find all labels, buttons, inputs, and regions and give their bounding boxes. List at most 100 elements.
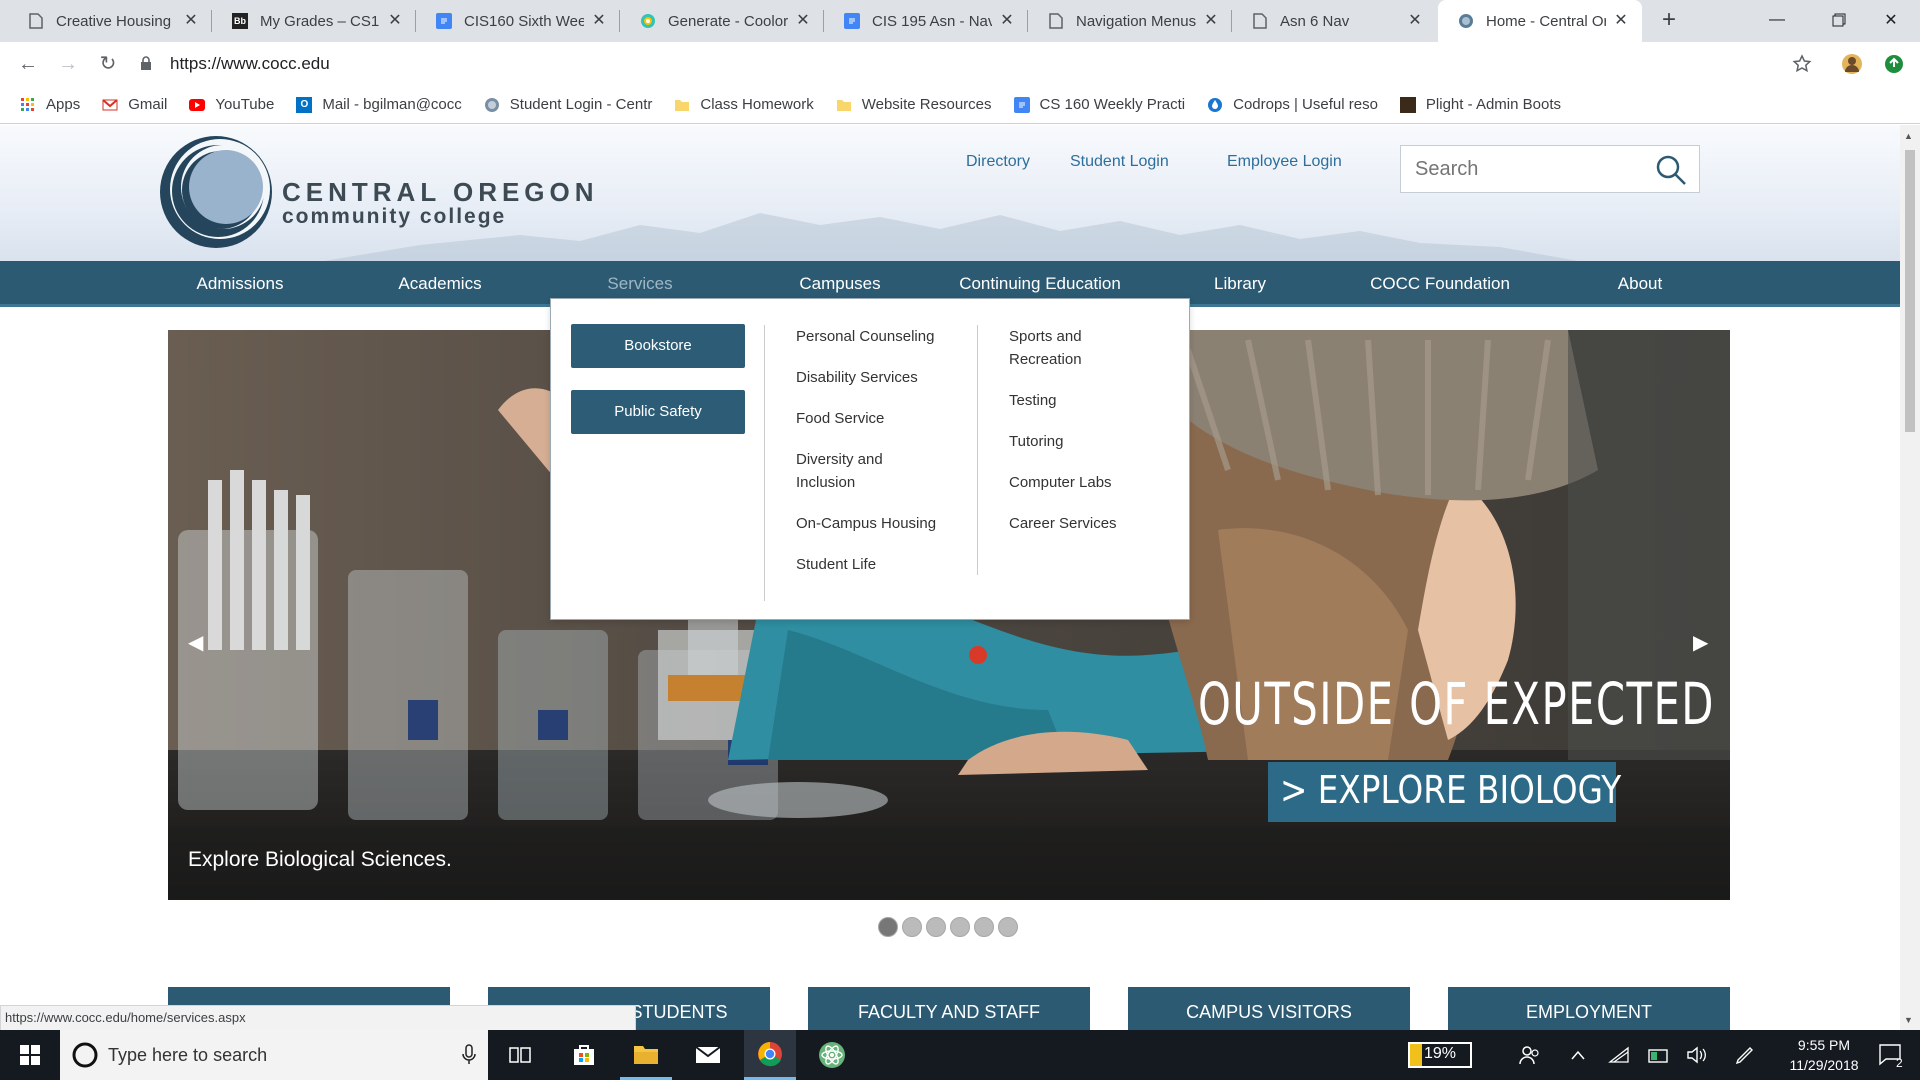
dropdown-link[interactable]: Tutoring	[1009, 430, 1159, 453]
bookstore-button[interactable]: Bookstore	[571, 324, 745, 368]
carousel-prev-icon[interactable]: ◀	[188, 630, 203, 655]
page-scrollbar[interactable]: ▲ ▼	[1900, 125, 1920, 1030]
browser-tab[interactable]: Generate - Coolors ✕	[620, 0, 824, 42]
dropdown-link[interactable]: Personal Counseling	[796, 325, 946, 348]
close-tab-icon[interactable]: ✕	[1202, 12, 1220, 30]
employee-login-link[interactable]: Employee Login	[1227, 153, 1342, 171]
carousel-dot[interactable]	[926, 917, 946, 937]
scroll-down-icon[interactable]: ▼	[1904, 1015, 1913, 1025]
outlook-icon: O	[296, 96, 313, 113]
dropdown-link[interactable]: On-Campus Housing	[796, 512, 946, 535]
browser-tab[interactable]: Creative Housing ✕	[8, 0, 212, 42]
browser-tab[interactable]: CIS 195 Asn - Navi ✕	[824, 0, 1028, 42]
bookmark-class-homework[interactable]: Class Homework	[674, 96, 814, 113]
bookmark-apps[interactable]: Apps	[20, 96, 80, 113]
carousel-dot[interactable]	[974, 917, 994, 937]
bookmark-website-resources[interactable]: Website Resources	[836, 96, 992, 113]
dropdown-link[interactable]: Computer Labs	[1009, 471, 1159, 494]
employment-button[interactable]: EMPLOYMENT	[1448, 987, 1730, 1030]
browser-tab[interactable]: Bb My Grades – CS16 ✕	[212, 0, 416, 42]
chrome-icon[interactable]	[744, 1030, 796, 1080]
close-tab-icon[interactable]: ✕	[590, 12, 608, 30]
action-center-icon[interactable]: 2	[1878, 1030, 1911, 1080]
dropdown-link[interactable]: Diversity and Inclusion	[796, 448, 916, 494]
microphone-icon[interactable]	[462, 1044, 476, 1066]
nav-cocc-foundation[interactable]: COCC Foundation	[1370, 261, 1510, 307]
clock-date: 11/29/2018	[1789, 1057, 1859, 1073]
nav-about[interactable]: About	[1618, 261, 1662, 307]
bookmark-plight[interactable]: Plight - Admin Boots	[1399, 96, 1561, 113]
new-tab-button[interactable]: +	[1656, 8, 1682, 34]
battery-indicator[interactable]: 19%	[1408, 1030, 1472, 1080]
campus-visitors-button[interactable]: CAMPUS VISITORS	[1128, 987, 1410, 1030]
clock[interactable]: 9:55 PM 11/29/2018	[1776, 1030, 1872, 1080]
student-login-link[interactable]: Student Login	[1070, 153, 1169, 171]
public-safety-button[interactable]: Public Safety	[571, 390, 745, 434]
people-icon[interactable]	[1518, 1030, 1540, 1080]
plight-icon	[1399, 96, 1416, 113]
dropdown-link[interactable]: Disability Services	[796, 366, 946, 389]
profile-avatar-icon[interactable]	[1840, 52, 1864, 76]
folder-icon	[836, 97, 852, 113]
close-tab-icon[interactable]: ✕	[386, 12, 404, 30]
faculty-and-staff-button[interactable]: FACULTY AND STAFF	[808, 987, 1090, 1030]
bookmark-star-icon[interactable]	[1790, 52, 1814, 76]
pen-icon[interactable]	[1734, 1030, 1756, 1080]
dropdown-link[interactable]: Testing	[1009, 389, 1159, 412]
directory-link[interactable]: Directory	[966, 153, 1030, 171]
forward-button[interactable]: →	[54, 50, 82, 78]
browser-tab[interactable]: CIS160 Sixth Week ✕	[416, 0, 620, 42]
chevron-up-icon[interactable]	[1570, 1030, 1586, 1080]
carousel-dot[interactable]	[878, 917, 898, 937]
doc-icon	[28, 13, 44, 29]
blackboard-icon: Bb	[232, 13, 248, 29]
bookmark-cs160[interactable]: CS 160 Weekly Practi	[1013, 96, 1185, 113]
browser-tab[interactable]: Asn 6 Nav ✕	[1232, 0, 1436, 42]
battery-charging-icon[interactable]	[1648, 1030, 1670, 1080]
dropdown-link[interactable]: Student Life	[796, 553, 946, 576]
dropdown-link[interactable]: Food Service	[796, 407, 946, 430]
mail-icon[interactable]	[682, 1030, 734, 1080]
atom-icon[interactable]	[806, 1030, 858, 1080]
close-tab-icon[interactable]: ✕	[998, 12, 1016, 30]
bookmark-gmail[interactable]: Gmail	[102, 96, 167, 113]
carousel-dot[interactable]	[998, 917, 1018, 937]
nav-academics[interactable]: Academics	[398, 261, 481, 307]
close-tab-icon[interactable]: ✕	[794, 12, 812, 30]
wifi-icon[interactable]	[1608, 1030, 1630, 1080]
back-button[interactable]: ←	[14, 50, 42, 78]
carousel-next-icon[interactable]: ▶	[1693, 630, 1708, 655]
search-icon[interactable]	[1655, 154, 1687, 191]
tab-title: My Grades – CS16	[260, 12, 380, 30]
volume-icon[interactable]	[1686, 1030, 1708, 1080]
cocc-logo[interactable]: CENTRAL OREGON community college	[158, 135, 598, 251]
bookmark-student-login[interactable]: Student Login - Centr	[484, 96, 652, 113]
extension-icon[interactable]	[1882, 52, 1906, 76]
dropdown-link[interactable]: Sports and Recreation	[1009, 325, 1119, 371]
bookmark-youtube[interactable]: YouTube	[189, 96, 274, 113]
start-button[interactable]	[0, 1030, 60, 1080]
bookmark-codrops[interactable]: Codrops | Useful reso	[1207, 96, 1378, 113]
address-bar[interactable]: https://www.cocc.edu	[140, 48, 1800, 80]
search-input[interactable]	[1415, 157, 1645, 181]
taskbar-search[interactable]: Type here to search	[60, 1030, 488, 1080]
reload-button[interactable]: ↻	[94, 50, 122, 78]
bookmark-mail[interactable]: O Mail - bgilman@cocc	[296, 96, 462, 113]
scroll-thumb[interactable]	[1905, 150, 1915, 432]
close-window-button[interactable]: ✕	[1860, 0, 1920, 40]
browser-tab-active[interactable]: Home - Central Or ✕	[1438, 0, 1642, 42]
close-tab-icon[interactable]: ✕	[1406, 12, 1424, 30]
task-view-icon[interactable]	[496, 1030, 544, 1080]
minimize-button[interactable]: —	[1746, 0, 1808, 40]
close-tab-icon[interactable]: ✕	[182, 12, 200, 30]
microsoft-store-icon[interactable]	[558, 1030, 610, 1080]
browser-tab[interactable]: Navigation Menus ✕	[1028, 0, 1232, 42]
scroll-up-icon[interactable]: ▲	[1904, 131, 1913, 141]
carousel-dot[interactable]	[950, 917, 970, 937]
close-tab-icon[interactable]: ✕	[1612, 12, 1630, 30]
file-explorer-icon[interactable]	[620, 1030, 672, 1080]
nav-library[interactable]: Library	[1214, 261, 1266, 307]
dropdown-link[interactable]: Career Services	[1009, 512, 1159, 535]
carousel-dot[interactable]	[902, 917, 922, 937]
nav-admissions[interactable]: Admissions	[197, 261, 284, 307]
